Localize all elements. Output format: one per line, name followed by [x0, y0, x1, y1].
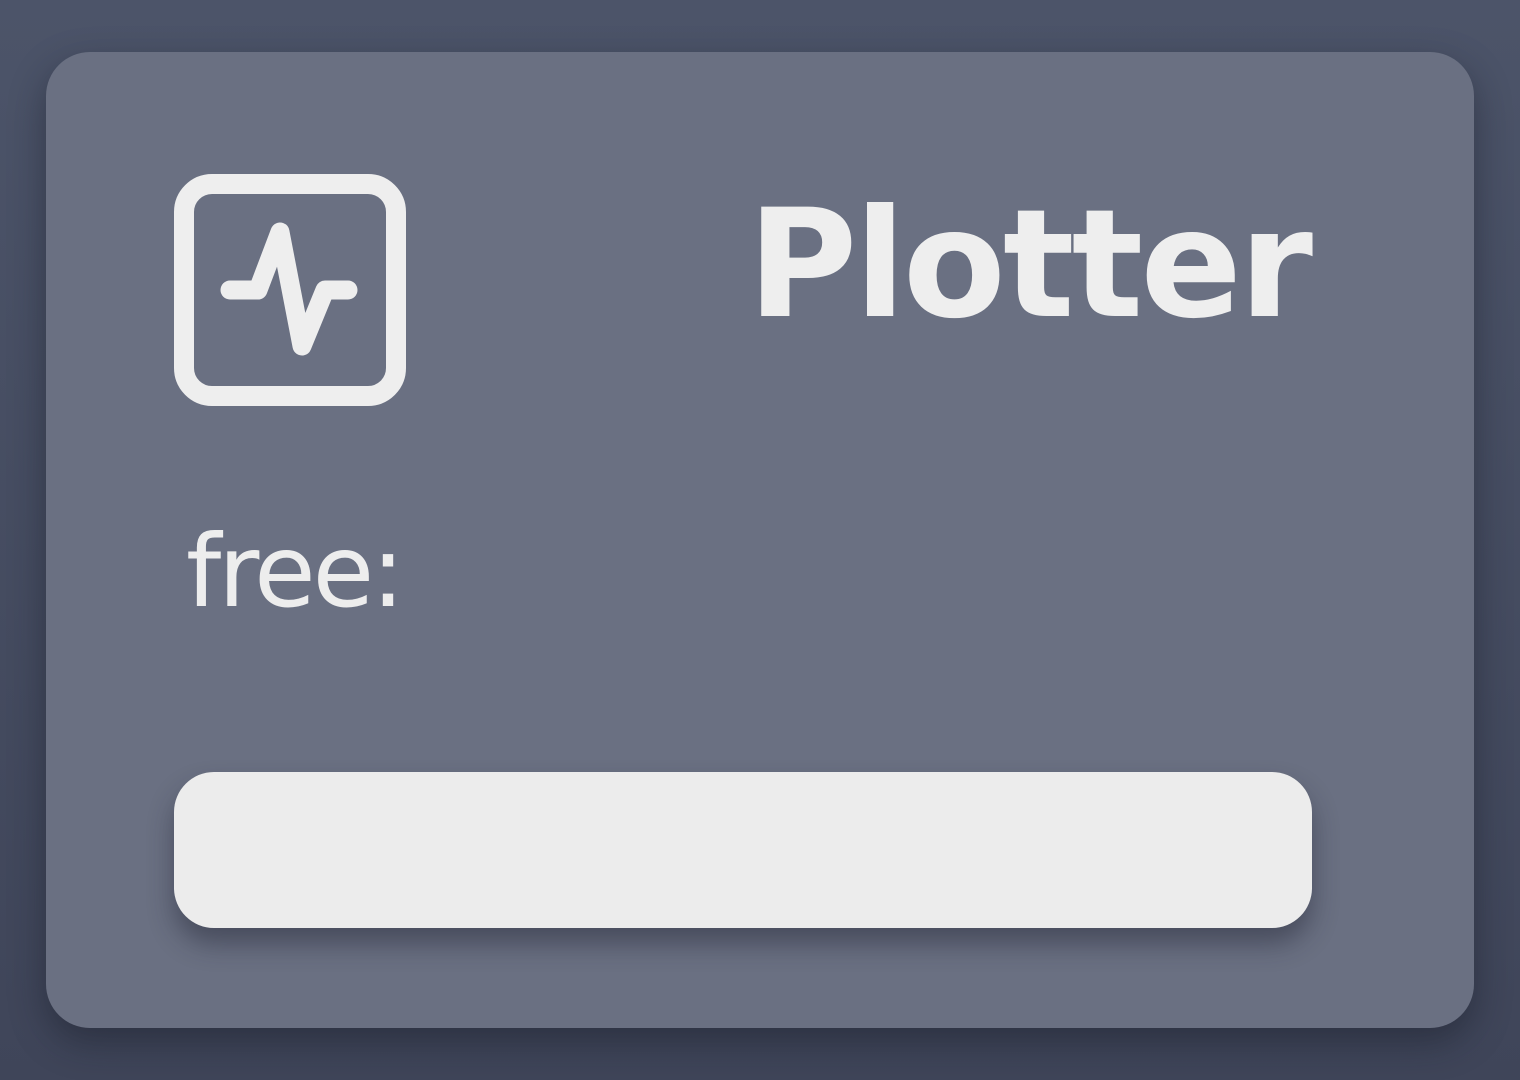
free-status: free:	[186, 522, 418, 622]
activity-pulse-icon	[174, 174, 406, 406]
action-button[interactable]	[174, 772, 1312, 928]
app-title: Plotter	[747, 178, 1313, 352]
free-label: free:	[186, 513, 405, 630]
plotter-card: Plotter free:	[46, 52, 1474, 1028]
